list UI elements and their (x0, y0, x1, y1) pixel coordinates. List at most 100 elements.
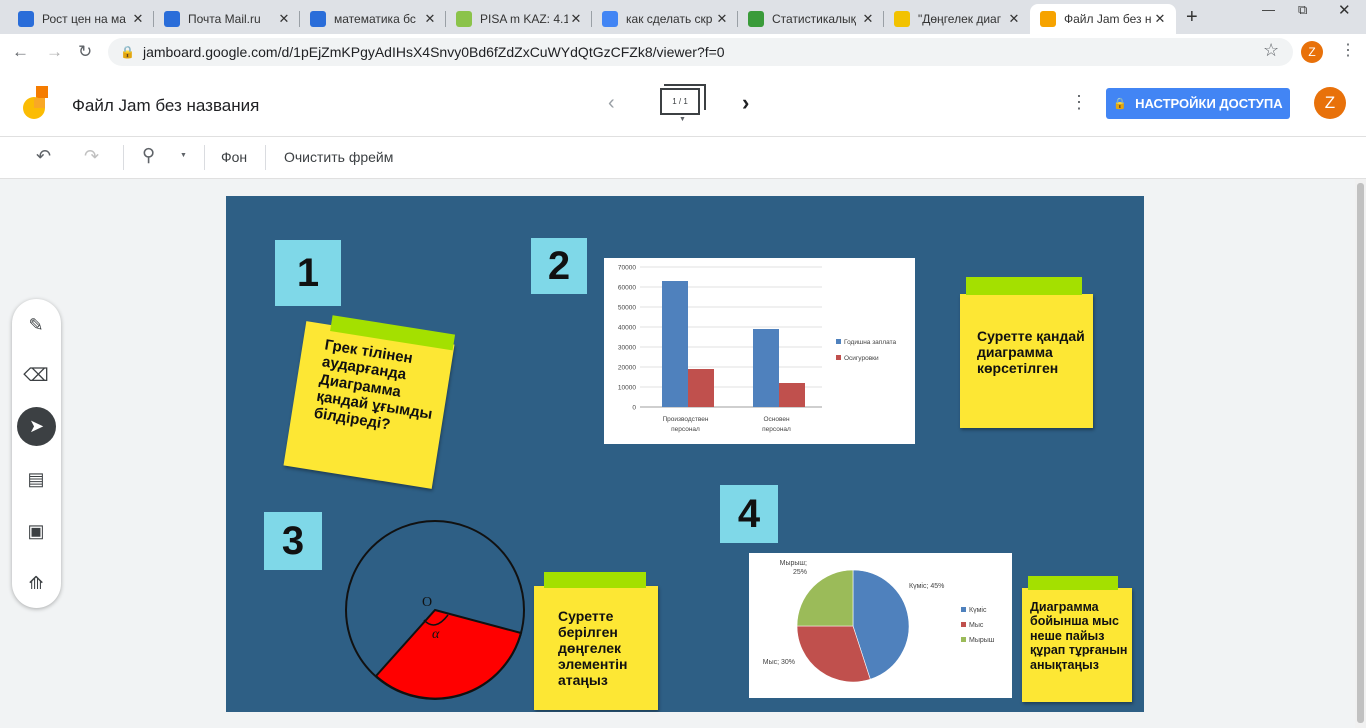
pencil-icon (894, 11, 910, 27)
forward-icon[interactable]: → (46, 42, 63, 62)
account-avatar[interactable]: Z (1314, 87, 1346, 119)
x-tick-label: персонал (762, 426, 791, 433)
close-tab-icon[interactable]: ✕ (422, 11, 438, 27)
y-tick-label: 50000 (618, 305, 636, 312)
x-tick-label: Производствен (663, 416, 709, 423)
circle-sector-drawing[interactable]: O α (344, 516, 528, 702)
y-tick-label: 60000 (618, 285, 636, 292)
y-tick-label: 40000 (618, 325, 636, 332)
browser-tab[interactable]: PISA m KAZ: 4.1 ✕ (446, 4, 592, 34)
sticky-note-2[interactable]: Суретте қандай диаграмма көрсетілген (960, 277, 1093, 428)
undo-icon[interactable]: ↶ (36, 146, 51, 167)
share-settings-button[interactable]: 🔒 НАСТРОЙКИ ДОСТУПА (1106, 88, 1290, 119)
close-tab-icon[interactable]: ✕ (860, 11, 876, 27)
sector-shape (374, 608, 523, 700)
close-tab-icon[interactable]: ✕ (714, 11, 730, 27)
number-box-2[interactable]: 2 (531, 238, 587, 294)
sticky-note-1[interactable]: Грек тілінен аударғанда Диаграмма қандай… (283, 315, 456, 489)
select-icon[interactable]: ➤ (17, 407, 56, 446)
reload-icon[interactable]: ↻ (78, 42, 92, 62)
data-label: Мыс; 30% (763, 659, 795, 666)
number-box-3[interactable]: 3 (264, 512, 322, 570)
address-bar-row: ← → ↻ 🔒 jamboard.google.com/d/1pEjZmKPgy… (0, 34, 1366, 70)
more-options-icon[interactable]: ⋮ (1070, 92, 1088, 113)
close-tab-icon[interactable]: ✕ (1152, 11, 1168, 27)
bar (662, 281, 688, 407)
mail-ru-icon (18, 11, 34, 27)
google-icon (602, 11, 618, 27)
close-tab-icon[interactable]: ✕ (568, 11, 584, 27)
minimize-icon[interactable]: — (1262, 2, 1275, 17)
close-tab-icon[interactable]: ✕ (276, 11, 292, 27)
image-icon[interactable]: ▣ (16, 511, 56, 551)
share-button-label: НАСТРОЙКИ ДОСТУПА (1135, 96, 1283, 111)
legend-label: Күміс (969, 606, 987, 614)
toolbar-divider (123, 145, 124, 170)
y-tick-label: 30000 (618, 345, 636, 352)
browser-tab-bar: Рост цен на ма ✕ Почта Mail.ru ✕ математика … (0, 0, 1366, 34)
edit-toolbar: ↶ ↷ ⚲ ▼ Фон Очистить фрейм (0, 137, 1366, 179)
bar-chart[interactable]: 70000 60000 50000 40000 30000 20000 10000 0 Прои… (604, 258, 915, 444)
url-field[interactable]: 🔒 jamboard.google.com/d/1pEjZmKPgyAdIHsX… (108, 38, 1293, 66)
number-box-1[interactable]: 1 (275, 240, 341, 306)
browser-profile-avatar[interactable]: Z (1301, 41, 1323, 63)
frame-stack-icon (664, 84, 706, 110)
jamboard-logo (23, 86, 48, 119)
sticky-note-4-text: Диаграмма бойынша мыс неше пайыз құрап т… (1030, 600, 1128, 672)
x-tick-label: персонал (671, 426, 700, 433)
browser-tab[interactable]: Почта Mail.ru ✕ (154, 4, 300, 34)
bookmark-star-icon[interactable]: ☆ (1263, 40, 1279, 61)
vertical-scrollbar[interactable] (1355, 179, 1366, 728)
y-tick-label: 20000 (618, 365, 636, 372)
app-header: Файл Jam без названия ‹ 1 / 1 ▼ › ⋮ 🔒 НА… (0, 70, 1366, 137)
data-label: Күміс; 45% (909, 582, 944, 590)
close-tab-icon[interactable]: ✕ (1006, 11, 1022, 27)
tab-title: математика бс (334, 12, 416, 26)
eraser-icon[interactable]: ⌫ (16, 355, 56, 395)
y-tick-label: 70000 (618, 265, 636, 272)
legend-label: Мырыш (969, 637, 995, 644)
back-icon[interactable]: ← (12, 42, 29, 62)
tab-title: Статистикалық (772, 12, 856, 26)
browser-menu-icon[interactable]: ⋮ (1340, 40, 1356, 60)
clear-frame-button[interactable]: Очистить фрейм (284, 149, 393, 165)
background-button[interactable]: Фон (221, 149, 247, 165)
legend-swatch (961, 622, 966, 627)
browser-tab[interactable]: Статистикалық ✕ (738, 4, 884, 34)
close-window-icon[interactable]: ✕ (1338, 1, 1351, 19)
pen-icon[interactable]: ✎ (16, 305, 56, 345)
redo-icon[interactable]: ↷ (84, 146, 99, 167)
bar (779, 383, 805, 407)
restore-icon[interactable]: ⧉ (1298, 2, 1307, 18)
number-box-4[interactable]: 4 (720, 485, 778, 543)
pie-chart[interactable]: Күміс; 45% Мыс; 30% Мырыш; 25% Күміс Мыс Мырыш (749, 553, 1012, 698)
sticky-note-icon[interactable]: ▤ (16, 459, 56, 499)
lock-icon: 🔒 (120, 45, 135, 59)
browser-tab[interactable]: Файл Jam без н ✕ (1030, 4, 1176, 34)
legend-label: Годишна заплата (844, 339, 896, 346)
browser-tab[interactable]: Рост цен на ма ✕ (8, 4, 154, 34)
browser-tab[interactable]: математика бс ✕ (300, 4, 446, 34)
mail-icon (310, 11, 326, 27)
sticky-note-3[interactable]: Суретте берілген дөңгелек элементін атаң… (534, 572, 658, 710)
next-frame-icon[interactable]: › (742, 90, 749, 116)
close-tab-icon[interactable]: ✕ (130, 11, 146, 27)
new-tab-button[interactable]: + (1186, 6, 1198, 29)
frame-dropdown-icon[interactable]: ▼ (679, 116, 686, 123)
legend-swatch (836, 355, 841, 360)
bar (753, 329, 779, 407)
browser-tab[interactable]: "Дөңгелек диаг ✕ (884, 4, 1030, 34)
zoom-icon[interactable]: ⚲ (142, 145, 155, 166)
pisa-icon (456, 11, 472, 27)
scroll-thumb[interactable] (1357, 183, 1364, 723)
browser-tab[interactable]: как сделать скр ✕ (592, 4, 738, 34)
center-label: O (422, 595, 432, 610)
tab-title: как сделать скр (626, 12, 713, 26)
zoom-dropdown-icon[interactable]: ▼ (180, 152, 187, 159)
laser-icon[interactable]: ⟰ (16, 563, 56, 603)
tab-title: Рост цен на ма (42, 12, 126, 26)
sticky-note-4[interactable]: Диаграмма бойынша мыс неше пайыз құрап т… (1022, 576, 1132, 702)
document-title[interactable]: Файл Jam без названия (72, 96, 259, 116)
prev-frame-icon[interactable]: ‹ (608, 92, 615, 115)
jam-frame[interactable]: 1 2 3 4 Грек тілінен аударғанда Диаграмм… (226, 196, 1144, 712)
